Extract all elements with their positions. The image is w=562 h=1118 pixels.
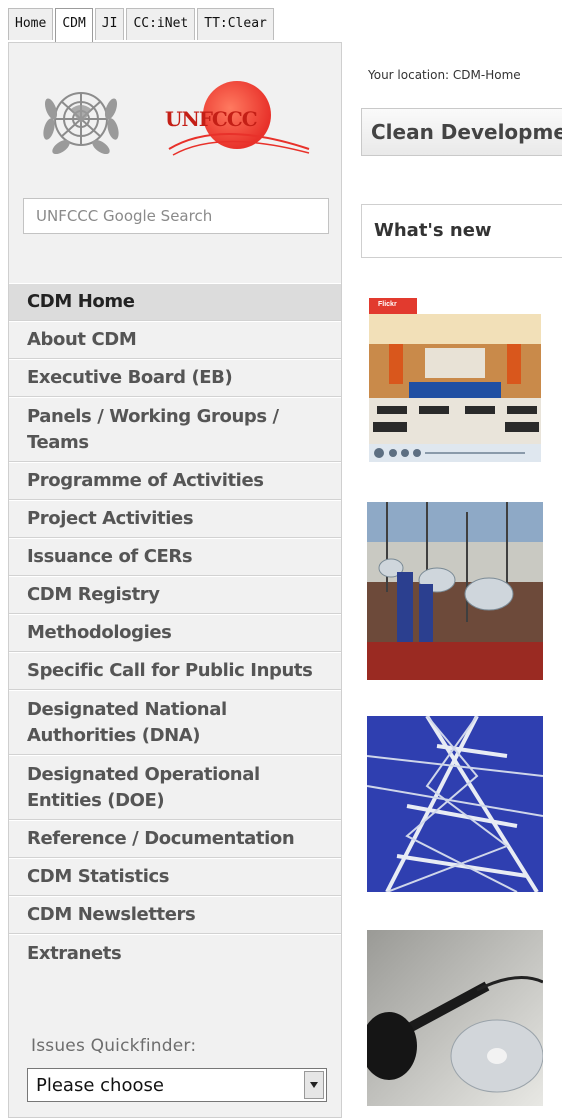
sidebar-item-extranets[interactable]: Extranets	[9, 934, 341, 972]
sidebar-item-panels[interactable]: Panels / Working Groups / Teams	[9, 397, 341, 462]
sidebar-item-cdm-registry[interactable]: CDM Registry	[9, 576, 341, 614]
top-tabs: Home CDM JI CC:iNet TT:Clear	[8, 8, 276, 42]
tab-tt-clear[interactable]: TT:Clear	[197, 8, 274, 40]
un-emblem-icon[interactable]	[41, 79, 121, 159]
power-pylon-photo[interactable]	[367, 716, 543, 892]
unfccc-logo-text: UNFCCC	[165, 107, 258, 131]
page-title: Clean Development Mechanism	[361, 108, 562, 156]
sidebar-item-cdm-newsletters[interactable]: CDM Newsletters	[9, 896, 341, 934]
quickfinder-label: Issues Quickfinder:	[31, 1036, 197, 1056]
tab-ji[interactable]: JI	[94, 8, 125, 40]
sidebar-item-issuance-of-cers[interactable]: Issuance of CERs	[9, 538, 341, 576]
sidebar-item-doe[interactable]: Designated Operational Entities (DOE)	[9, 755, 341, 820]
sidebar-item-cdm-home[interactable]: CDM Home	[9, 283, 341, 321]
tab-cc-inet[interactable]: CC:iNet	[126, 8, 196, 40]
sidebar-item-methodologies[interactable]: Methodologies	[9, 614, 341, 652]
solar-heater-photo[interactable]	[367, 502, 543, 680]
sidebar-item-dna[interactable]: Designated National Authorities (DNA)	[9, 690, 341, 755]
microphone-photo[interactable]	[367, 930, 543, 1106]
sidebar-item-executive-board[interactable]: Executive Board (EB)	[9, 359, 341, 397]
flickr-badge: Flickr	[378, 301, 397, 308]
unfccc-logo[interactable]: UNFCCC	[159, 79, 319, 161]
sidebar-item-reference-documentation[interactable]: Reference / Documentation	[9, 820, 341, 858]
dropdown-arrow-icon[interactable]	[304, 1071, 324, 1099]
sidebar: UNFCCC CDM Home About CDM Executive Boar…	[8, 42, 342, 1118]
breadcrumb: Your location: CDM-Home	[368, 68, 521, 82]
whats-new-header: What's new	[361, 204, 562, 258]
sidebar-item-programme-of-activities[interactable]: Programme of Activities	[9, 462, 341, 500]
flickr-meeting-photo[interactable]: Flickr	[369, 298, 541, 462]
google-search-input[interactable]	[23, 198, 329, 234]
sidebar-item-about-cdm[interactable]: About CDM	[9, 321, 341, 359]
tab-home[interactable]: Home	[8, 8, 54, 40]
quickfinder-select[interactable]: Please choose	[27, 1068, 327, 1102]
sidebar-item-project-activities[interactable]: Project Activities	[9, 500, 341, 538]
sidebar-nav: CDM Home About CDM Executive Board (EB) …	[9, 283, 341, 972]
tab-cdm[interactable]: CDM	[55, 8, 93, 42]
quickfinder-selected-value: Please choose	[36, 1074, 164, 1096]
sidebar-item-cdm-statistics[interactable]: CDM Statistics	[9, 858, 341, 896]
sidebar-item-call-for-public-inputs[interactable]: Specific Call for Public Inputs	[9, 652, 341, 690]
